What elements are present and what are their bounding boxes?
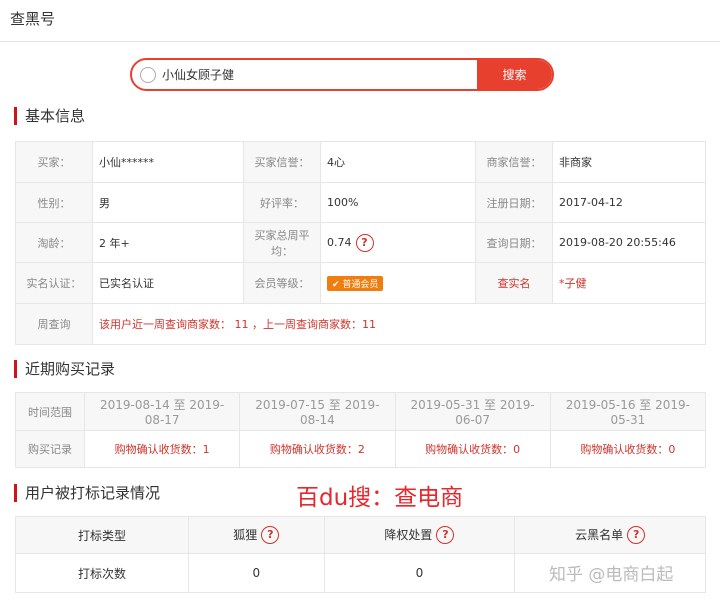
rating-value: 100%	[320, 182, 476, 223]
range-cell: 2019-05-16 至 2019-05-31	[549, 392, 707, 431]
zhihu-watermark: 知乎 @电商白起	[549, 565, 674, 585]
page-title: 查黑号	[10, 10, 56, 28]
weekly-avg-value: 0.74	[327, 235, 352, 249]
mark-type-header: 打标类型	[15, 516, 189, 554]
buyer-label: 买家：	[15, 141, 93, 183]
fox-count: 0	[188, 553, 325, 593]
search-input[interactable]: 小仙女顾子健	[132, 60, 477, 89]
table-row: 周查询 该用户近一周查询商家数： 11 ，上一周查询商家数：11	[15, 303, 706, 345]
demote-header: 降权处置?	[323, 516, 516, 554]
record-cell: 购物确认收货数：1	[83, 430, 241, 468]
buyer-credit-value: 4心	[320, 141, 476, 183]
v-icon: ✔	[332, 279, 343, 290]
table-row: 实名认证： 已实名认证 会员等级： ✔ 普通会员 查实名 *子健	[15, 262, 706, 304]
search-bar: 小仙女顾子健 搜索	[130, 58, 554, 91]
range-label: 时间范围	[15, 392, 85, 431]
member-level-label: 会员等级：	[243, 262, 321, 304]
record-cell: 购物确认收货数：2	[239, 430, 396, 468]
help-icon[interactable]: ?	[355, 233, 374, 252]
check-realname-link[interactable]: 查实名	[475, 262, 553, 304]
member-level-cell: ✔ 普通会员	[320, 262, 476, 304]
taobao-age-label: 淘龄：	[15, 222, 93, 263]
seller-credit-value: 非商家	[552, 141, 706, 183]
buyer-value: 小仙******	[92, 141, 244, 183]
record-cell: 购物确认收货数：0	[549, 430, 707, 468]
basic-info-table: 买家： 小仙****** 买家信誉： 4心 商家信誉： 非商家 性别：男 好评率： 10…	[15, 141, 706, 345]
table-row: 时间范围 2019-08-14 至 2019-08-17 2019-07-15 …	[15, 392, 707, 431]
range-cell: 2019-08-14 至 2019-08-17	[83, 392, 241, 431]
record-label: 购买记录	[15, 430, 85, 468]
seller-credit-label: 商家信誉：	[475, 141, 553, 183]
range-cell: 2019-05-31 至 2019-06-07	[394, 392, 551, 431]
purchase-table: 时间范围 2019-08-14 至 2019-08-17 2019-07-15 …	[15, 392, 707, 468]
fox-header: 狐狸?	[188, 516, 325, 554]
blacklist-header: 云黑名单?	[514, 516, 706, 554]
demote-label: 降权处置	[384, 527, 433, 542]
query-date-label: 查询日期：	[475, 222, 553, 263]
section-basic-info: 基本信息	[14, 107, 85, 125]
record-cell: 购物确认收货数：0	[394, 430, 551, 468]
realname-value: 已实名认证	[92, 262, 244, 304]
promo-watermark: 百du搜：查电商	[296, 485, 464, 511]
weekly-query-label: 周查询	[15, 303, 93, 345]
help-icon[interactable]: ?	[627, 526, 646, 545]
weekly-query-value: 该用户近一周查询商家数： 11 ，上一周查询商家数：11	[92, 303, 706, 345]
gender-label: 性别：	[15, 182, 93, 223]
help-icon[interactable]: ?	[261, 526, 280, 545]
table-row: 淘龄： 2 年+ 买家总周平均： 0.74? 查询日期： 2019-08-20 20:…	[15, 222, 706, 263]
taobao-age-value: 2 年+	[92, 222, 244, 263]
realname-result: *子健	[552, 262, 706, 304]
register-date-label: 注册日期：	[475, 182, 553, 223]
query-date-value: 2019-08-20 20:55:46	[552, 222, 706, 263]
weekly-avg-label: 买家总周平均：	[243, 222, 321, 263]
table-row: 性别：男 好评率： 100% 注册日期： 2017-04-12	[15, 182, 706, 223]
section-purchase: 近期购买记录	[14, 360, 115, 378]
search-value: 小仙女顾子健	[162, 68, 235, 82]
table-row: 打标类型 狐狸? 降权处置? 云黑名单?	[15, 516, 706, 554]
mark-count-label: 打标次数	[15, 553, 189, 593]
fox-label: 狐狸	[233, 527, 258, 542]
range-cell: 2019-07-15 至 2019-08-14	[239, 392, 396, 431]
demote-count: 0	[323, 553, 516, 593]
member-badge: ✔ 普通会员	[327, 275, 384, 291]
realname-label: 实名认证：	[15, 262, 93, 304]
register-date-value: 2017-04-12	[552, 182, 706, 223]
member-badge-label: 普通会员	[342, 279, 379, 290]
blacklist-label: 云黑名单	[575, 527, 624, 542]
search-icon	[140, 66, 156, 83]
table-row: 买家： 小仙****** 买家信誉： 4心 商家信誉： 非商家	[15, 141, 706, 183]
help-icon[interactable]: ?	[436, 526, 455, 545]
section-marks: 用户被打标记录情况	[14, 484, 160, 502]
search-button[interactable]: 搜索	[477, 60, 552, 89]
buyer-credit-label: 买家信誉：	[243, 141, 321, 183]
table-row: 购买记录 购物确认收货数：1 购物确认收货数：2 购物确认收货数：0 购物确认收…	[15, 430, 707, 468]
gender-value: 男	[92, 182, 244, 223]
rating-label: 好评率：	[243, 182, 321, 223]
divider	[0, 41, 720, 42]
weekly-avg-cell: 0.74?	[320, 222, 476, 263]
